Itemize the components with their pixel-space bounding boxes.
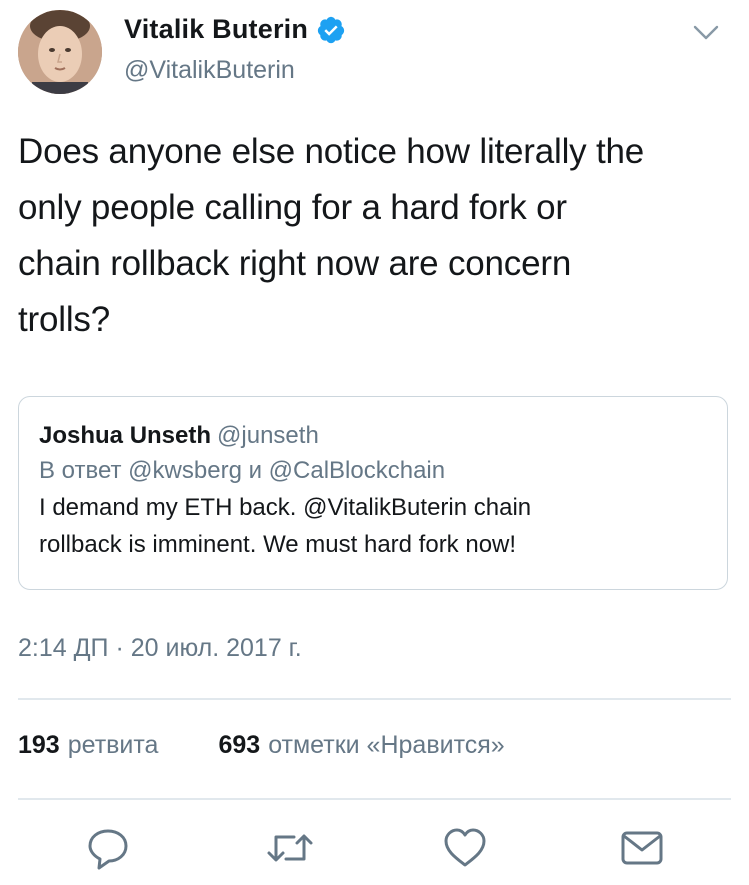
tweet-actions xyxy=(0,820,749,876)
tweet-stats: 193 ретвита 693 отметки «Нравится» xyxy=(18,731,505,760)
likes-count: 693 xyxy=(218,731,261,759)
avatar-photo xyxy=(18,10,102,94)
like-icon xyxy=(444,828,486,867)
retweets-label: ретвита xyxy=(67,731,159,759)
divider xyxy=(18,698,731,700)
quoted-author-handle: @junseth xyxy=(217,422,319,449)
likes-label: отметки «Нравится» xyxy=(268,731,505,759)
tweet-timestamp[interactable]: 2:14 ДП · 20 июл. 2017 г. xyxy=(18,634,302,663)
retweet-icon xyxy=(267,834,313,862)
message-icon xyxy=(621,831,663,865)
like-button[interactable] xyxy=(437,820,493,876)
tweet-menu-button[interactable] xyxy=(691,18,721,48)
retweet-button[interactable] xyxy=(262,820,318,876)
tweet: Vitalik Buterin @VitalikButerin Does any… xyxy=(0,0,749,885)
reply-icon xyxy=(88,829,128,870)
tweet-text: Does anyone else notice how literally th… xyxy=(18,132,645,339)
author-name[interactable]: Vitalik Buterin xyxy=(124,14,308,45)
quoted-tweet-header: Joshua Unseth @junseth xyxy=(39,419,707,453)
quoted-reply-line: В ответ @kwsberg и @CalBlockchain xyxy=(39,457,446,484)
author-name-row: Vitalik Buterin xyxy=(124,14,346,45)
avatar[interactable] xyxy=(18,10,102,94)
verified-badge-icon xyxy=(316,15,346,45)
quoted-tweet-text: I demand my ETH back. @VitalikButerin ch… xyxy=(39,494,532,558)
retweets-count: 193 xyxy=(18,731,60,759)
message-button[interactable] xyxy=(614,820,670,876)
chevron-down-icon xyxy=(693,25,719,40)
quoted-tweet-card[interactable]: Joshua Unseth @junseth В ответ @kwsberg и… xyxy=(18,396,728,590)
likes-stat[interactable]: 693 отметки «Нравится» xyxy=(218,731,504,760)
reply-button[interactable] xyxy=(80,820,136,876)
author-handle[interactable]: @VitalikButerin xyxy=(124,56,295,85)
quoted-author-name: Joshua Unseth xyxy=(39,422,212,449)
retweets-stat[interactable]: 193 ретвита xyxy=(18,731,158,760)
divider xyxy=(18,798,731,800)
